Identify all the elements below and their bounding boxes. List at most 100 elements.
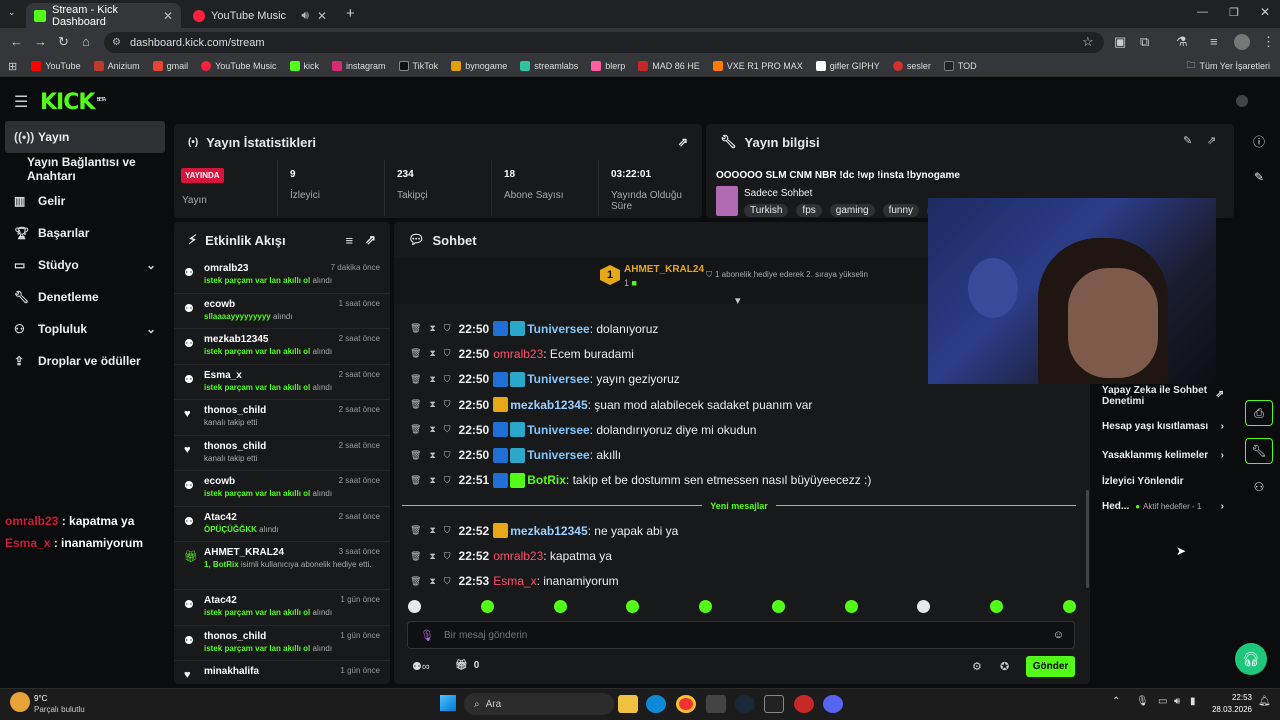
network-icon[interactable]: ▭ <box>1158 696 1167 707</box>
file-explorer-icon[interactable] <box>618 695 638 713</box>
activity-username[interactable]: thonos_child <box>204 405 266 416</box>
epic-games-icon[interactable] <box>764 695 784 713</box>
tag[interactable]: funny <box>882 204 920 217</box>
chat-message[interactable]: 🗑︎ ⧗ ⛉ 22:50 mezkab12345: şuan mod alabilece… <box>394 392 1084 417</box>
edge-icon[interactable] <box>646 695 666 713</box>
community-icon[interactable]: ⚇ <box>1245 474 1273 500</box>
media-icon[interactable]: ≡ <box>1210 34 1218 49</box>
weather-temp[interactable]: 9°C <box>34 694 47 703</box>
ban-icon[interactable]: ⛉ <box>444 576 451 587</box>
bookmark-star-icon[interactable]: ☆ <box>1082 34 1094 50</box>
edit-icon[interactable]: ✎ <box>1245 164 1273 190</box>
popout-icon[interactable]: ⇗ <box>1207 134 1216 147</box>
site-info-icon[interactable]: ⚙ <box>112 37 121 48</box>
flask-icon[interactable]: ⚗ <box>1176 34 1188 50</box>
battery-icon[interactable]: ▮ <box>1190 696 1196 707</box>
delete-icon[interactable]: 🗑︎ <box>410 576 421 587</box>
popout-icon[interactable]: ⇗ <box>365 232 376 248</box>
timeout-icon[interactable]: ⧗ <box>429 525 435 536</box>
settings-gear-icon[interactable]: ⚙ <box>972 660 982 673</box>
window-close-icon[interactable]: ✕ <box>1260 5 1270 19</box>
tab-kick-dashboard[interactable]: Stream - Kick Dashboard ✕ <box>26 3 181 28</box>
speaker-icon[interactable]: 🔊︎ <box>301 8 309 23</box>
delete-icon[interactable]: 🗑︎ <box>410 475 421 486</box>
emote-icon[interactable] <box>699 600 713 613</box>
emote-icon[interactable] <box>553 600 567 613</box>
activity-item[interactable]: ⚉ omralb23 istek parçam var lan akıllı ol … <box>174 258 390 294</box>
points-icon[interactable]: ⚉∞ <box>412 660 430 673</box>
sidebar-item-droplar[interactable]: ⇪ Droplar ve ödüller <box>0 345 170 377</box>
back-icon[interactable]: ← <box>10 34 23 49</box>
mic-tray-icon[interactable]: 🎙︎ <box>1136 696 1149 707</box>
tab-search-icon[interactable]: ⌄ <box>8 7 16 18</box>
emote-icon[interactable] <box>844 600 858 613</box>
emote-icon[interactable] <box>990 600 1004 613</box>
message-username[interactable]: Esma_x <box>493 574 536 588</box>
activity-item[interactable]: ⚉ Atac42 istek parçam var lan akıllı ol al… <box>174 590 390 626</box>
bookmarks-folder[interactable]: 🗀 Tüm Yer İşaretleri <box>1186 58 1270 74</box>
delete-icon[interactable]: 🗑︎ <box>410 323 421 334</box>
activity-username[interactable]: minakhalifa <box>204 666 259 677</box>
activity-username[interactable]: ecowb <box>204 299 293 310</box>
activity-item[interactable]: 🎁︎ AHMET_KRAL24 1, BotRix isimli kullanıcı… <box>174 542 390 590</box>
puzzle-icon[interactable]: ⧉ <box>1140 34 1149 50</box>
bookmark-item[interactable]: gifler GIPHY <box>815 61 880 71</box>
microphone-icon[interactable]: 🎙︎ <box>420 629 434 642</box>
apps-grid-icon[interactable]: ⊞ <box>8 60 17 73</box>
ai-moderation-item[interactable]: Yapay Zeka ile Sohbet Denetimi ⇗ <box>1102 385 1228 407</box>
message-username[interactable]: Tuniversee <box>527 423 589 437</box>
activity-username[interactable]: thonos_child <box>204 631 332 642</box>
chat-message[interactable]: 🗑︎ ⧗ ⛉ 22:52 mezkab12345: ne yapak abi ya <box>394 518 1084 543</box>
delete-icon[interactable]: 🗑︎ <box>410 424 421 435</box>
home-icon[interactable]: ⌂ <box>82 34 90 49</box>
ban-icon[interactable]: ⛉ <box>444 424 451 435</box>
forward-icon[interactable]: → <box>34 34 47 49</box>
reload-icon[interactable]: ↻ <box>58 34 69 50</box>
bookmark-item[interactable]: blerp <box>591 61 625 71</box>
menu-dots-icon[interactable]: ⋮ <box>1262 34 1275 50</box>
message-username[interactable]: omralb23 <box>493 347 543 361</box>
sidebar-item-studyo[interactable]: ▭ Stüdyo ⌄ <box>0 249 170 281</box>
chat-message[interactable]: 🗑︎ ⧗ ⛉ 22:51 BotRix: takip et be dostumm sen… <box>394 468 1084 493</box>
sidebar-item-basarilar[interactable]: 🏆︎ Başarılar <box>0 217 170 249</box>
message-username[interactable]: Tuniversee <box>527 372 589 386</box>
bookmark-item[interactable]: Anizium <box>93 61 140 71</box>
delete-icon[interactable]: 🗑︎ <box>410 525 421 536</box>
hamburger-menu-icon[interactable]: ☰ <box>14 92 28 112</box>
user-avatar[interactable] <box>1236 95 1248 107</box>
edit-pencil-icon[interactable]: ✎ <box>1183 134 1192 147</box>
bookmark-item[interactable]: TikTok <box>398 61 438 71</box>
sidebar-item-topluluk[interactable]: ⚇ Topluluk ⌄ <box>0 313 170 345</box>
emote-icon[interactable] <box>1062 600 1076 613</box>
timeout-icon[interactable]: ⧗ <box>429 450 435 461</box>
message-username[interactable]: BotRix <box>527 473 566 487</box>
ban-icon[interactable]: ⛉ <box>444 323 451 334</box>
popout-icon[interactable]: ⇗ <box>678 135 688 149</box>
bookmark-item[interactable]: MAD 86 HE <box>638 61 700 71</box>
minimize-icon[interactable]: — <box>1197 6 1208 18</box>
emote-icon[interactable] <box>480 600 494 613</box>
tab-close-icon[interactable]: ✕ <box>317 9 327 23</box>
activity-username[interactable]: Atac42 <box>204 512 279 523</box>
activity-item[interactable]: ♥ thonos_child kanalı takip etti 2 saat önc… <box>174 436 390 471</box>
kick-logo[interactable]: KICK BETA <box>40 90 106 115</box>
chat-scrollbar[interactable] <box>1086 490 1089 588</box>
bookmark-item[interactable]: kick <box>289 61 319 71</box>
filter-icon[interactable]: ≡ <box>346 233 354 248</box>
bookmark-item[interactable]: TOD <box>943 61 977 71</box>
emote-icon[interactable] <box>771 600 785 613</box>
tag[interactable]: fps <box>796 204 822 217</box>
send-button[interactable]: Gönder <box>1026 656 1075 677</box>
ban-icon[interactable]: ⛉ <box>444 450 451 461</box>
message-username[interactable]: Tuniversee <box>527 448 589 462</box>
activity-username[interactable]: ecowb <box>204 476 332 487</box>
delete-icon[interactable]: 🗑︎ <box>410 450 421 461</box>
tab-youtube-music[interactable]: YouTube Music 🔊︎ ✕ <box>185 3 335 28</box>
timeout-icon[interactable]: ⧗ <box>429 576 435 587</box>
chat-message[interactable]: 🗑︎ ⧗ ⛉ 22:53 Esma_x: inanamiyorum <box>394 569 1084 592</box>
activity-item[interactable]: ⚉ ecowb sllaaaayyyyyyyyy alındı 1 saat önce <box>174 294 390 329</box>
activity-item[interactable]: ⚉ Esma_x istek parçam var lan akıllı ol al… <box>174 365 390 400</box>
activity-username[interactable]: Esma_x <box>204 370 332 381</box>
goals-item[interactable]: Hed... ● Aktif hedefler - 1 › <box>1102 492 1224 521</box>
extension-icon[interactable]: ▣ <box>1114 34 1126 50</box>
